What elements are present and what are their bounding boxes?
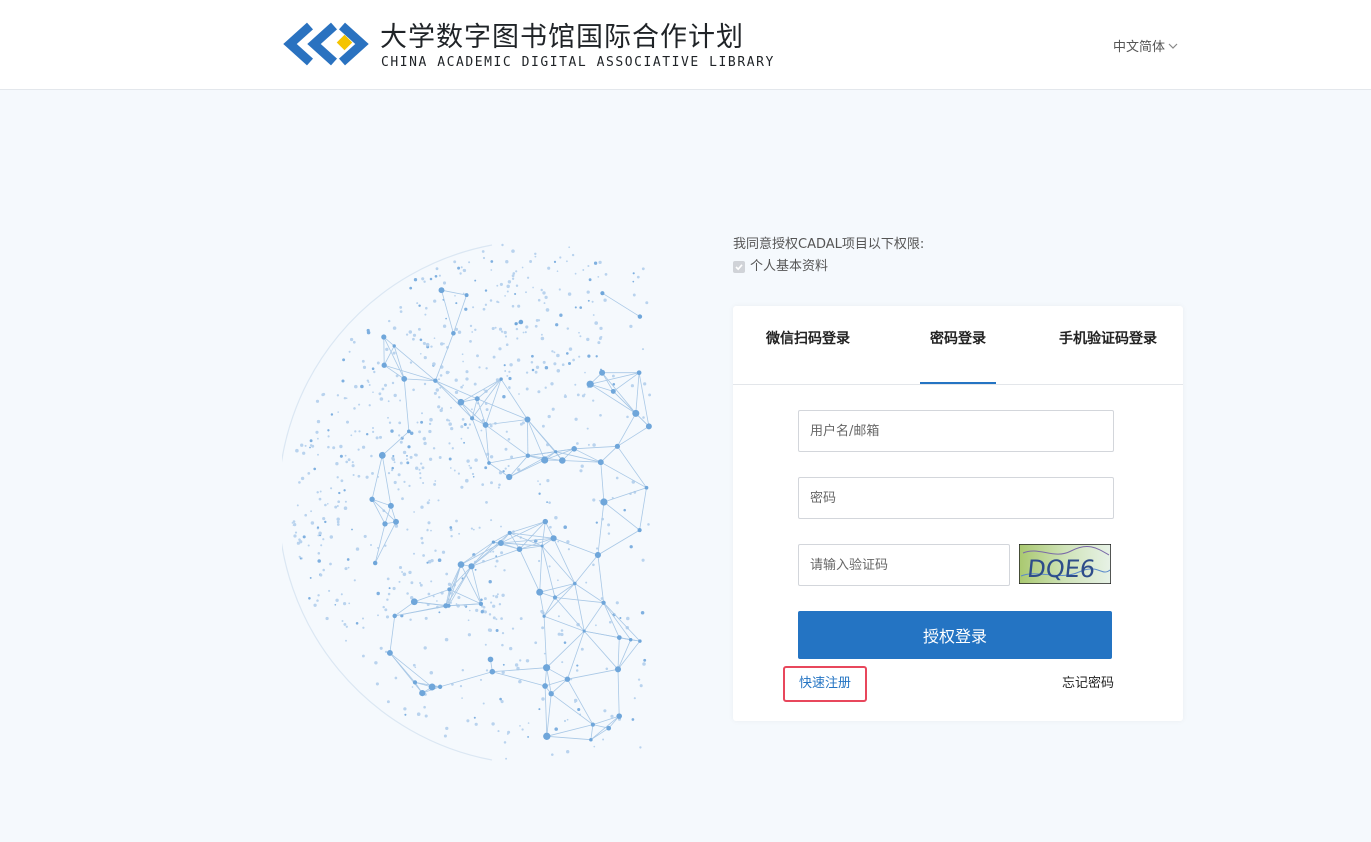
cadal-logo[interactable]: 大学数字图书馆国际合作计划 CHINA ACADEMIC DIGITAL ASS… <box>282 18 782 72</box>
tab-password-login[interactable]: 密码登录 <box>920 306 996 384</box>
consent-item: 个人基本资料 <box>733 258 924 276</box>
consent-section: 我同意授权CADAL项目以下权限: 个人基本资料 <box>733 236 924 276</box>
tab-sms-login[interactable]: 手机验证码登录 <box>1058 306 1158 384</box>
quick-register-link[interactable]: 快速注册 <box>783 666 867 702</box>
consent-item-label: 个人基本资料 <box>750 259 829 274</box>
authorize-login-button[interactable]: 授权登录 <box>798 611 1112 659</box>
password-input[interactable] <box>798 477 1114 519</box>
globe-illustration <box>282 243 652 761</box>
check-icon <box>735 264 743 271</box>
language-selector[interactable]: 中文简体 <box>1113 36 1178 55</box>
chevron-down-icon <box>1168 43 1178 49</box>
login-tabs: 微信扫码登录 密码登录 手机验证码登录 <box>733 306 1183 385</box>
logo-title: 大学数字图书馆国际合作计划 <box>380 22 744 53</box>
consent-title: 我同意授权CADAL项目以下权限: <box>733 237 925 252</box>
top-header: 大学数字图书馆国际合作计划 CHINA ACADEMIC DIGITAL ASS… <box>0 0 1371 90</box>
login-card: 微信扫码登录 密码登录 手机验证码登录 DQE6 授权登录 快速注册 忘记密码 <box>733 306 1183 721</box>
language-label: 中文简体 <box>1113 40 1166 55</box>
logo-subtitle: CHINA ACADEMIC DIGITAL ASSOCIATIVE LIBRA… <box>381 55 775 70</box>
captcha-text: DQE6 <box>1026 555 1097 583</box>
tab-wechat-login[interactable]: 微信扫码登录 <box>763 306 853 384</box>
captcha-image[interactable]: DQE6 <box>1019 544 1111 584</box>
logo-mark-icon <box>283 22 369 66</box>
forgot-password-link[interactable]: 忘记密码 <box>1062 675 1114 693</box>
username-input[interactable] <box>798 410 1114 452</box>
consent-checkbox[interactable] <box>733 261 745 273</box>
captcha-input[interactable] <box>798 544 1010 586</box>
